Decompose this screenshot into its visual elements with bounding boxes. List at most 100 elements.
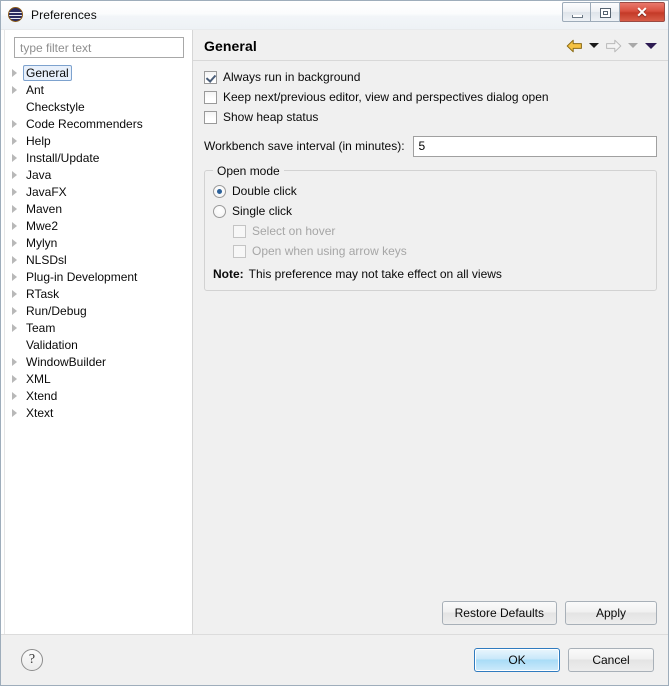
checkbox-open-with-arrow-keys [233, 244, 246, 258]
tree-item-plug-in-development[interactable]: Plug-in Development [1, 268, 192, 285]
tree-item-xtend[interactable]: Xtend [1, 387, 192, 404]
expand-triangle-icon[interactable] [12, 255, 17, 264]
forward-history-chevron-down-icon [628, 43, 638, 48]
tree-item-rtask[interactable]: RTask [1, 285, 192, 302]
back-history-chevron-down-icon[interactable] [589, 43, 599, 48]
checkbox-row-always-run-in-background[interactable]: Always run in background [204, 67, 668, 87]
expand-triangle-icon[interactable] [12, 357, 17, 366]
tree-item-code-recommenders[interactable]: Code Recommenders [1, 115, 192, 132]
help-icon[interactable]: ? [21, 649, 43, 671]
tree-item-label: NLSDsl [26, 252, 67, 267]
tree-item-windowbuilder[interactable]: WindowBuilder [1, 353, 192, 370]
tree-item-label: Mwe2 [26, 218, 59, 233]
note-text: This preference may not take effect on a… [248, 267, 502, 281]
tree-item-xtext[interactable]: Xtext [1, 404, 192, 421]
open-mode-note: Note: This preference may not take effec… [213, 265, 656, 283]
checkbox-row-show-heap-status[interactable]: Show heap status [204, 107, 668, 127]
tree-item-help[interactable]: Help [1, 132, 192, 149]
checkbox-label: Always run in background [223, 70, 361, 84]
tree-item-xml[interactable]: XML [1, 370, 192, 387]
tree-item-team[interactable]: Team [1, 319, 192, 336]
preference-tree-pane: type filter text General Ant Checkstyle Cod… [1, 30, 193, 634]
footer-buttons: OK Cancel [474, 648, 654, 672]
radio-single-click[interactable] [213, 204, 226, 218]
page-content: Always run in background Keep next/previ… [193, 61, 668, 634]
radio-row-single-click[interactable]: Single click [213, 201, 656, 221]
expand-triangle-icon[interactable] [12, 187, 17, 196]
expand-triangle-icon[interactable] [12, 374, 17, 383]
tree-item-mylyn[interactable]: Mylyn [1, 234, 192, 251]
preference-page-pane: General Always run in background Keep ne… [193, 30, 668, 634]
tree-item-validation[interactable]: Validation [1, 336, 192, 353]
checkbox-show-heap-status[interactable] [204, 110, 217, 124]
page-menu-chevron-down-icon[interactable] [645, 42, 657, 49]
expand-triangle-icon[interactable] [12, 136, 17, 145]
tree-item-ant[interactable]: Ant [1, 81, 192, 98]
expand-triangle-icon[interactable] [12, 170, 17, 179]
checkbox-row-open-with-arrow-keys: Open when using arrow keys [233, 241, 656, 261]
tree-item-label: Validation [26, 337, 78, 352]
tree-item-label: Code Recommenders [26, 116, 143, 131]
expand-triangle-icon[interactable] [12, 119, 17, 128]
open-mode-group-title: Open mode [213, 164, 284, 178]
restore-defaults-button[interactable]: Restore Defaults [441, 601, 557, 625]
tree-item-install-update[interactable]: Install/Update [1, 149, 192, 166]
back-arrow-icon[interactable] [566, 39, 583, 53]
tree-item-nlsdsl[interactable]: NLSDsl [1, 251, 192, 268]
expand-triangle-icon[interactable] [12, 238, 17, 247]
tree-item-label: Xtend [26, 388, 58, 403]
tree-item-label: Team [26, 320, 56, 335]
expand-triangle-icon[interactable] [12, 85, 17, 94]
expand-triangle-icon[interactable] [12, 68, 17, 77]
ok-button[interactable]: OK [474, 648, 560, 672]
checkbox-label: Select on hover [252, 224, 336, 238]
open-mode-group: Open mode Double click Single click Sele… [204, 164, 657, 291]
expand-triangle-icon[interactable] [12, 391, 17, 400]
radio-label: Single click [232, 204, 293, 218]
save-interval-row: Workbench save interval (in minutes): 5 [204, 135, 657, 157]
preferences-dialog: Preferences ✕ type filter text General An… [0, 0, 669, 686]
checkbox-always-run-in-background[interactable] [204, 70, 217, 84]
checkbox-row-keep-dialog-open[interactable]: Keep next/previous editor, view and pers… [204, 87, 668, 107]
tree-item-maven[interactable]: Maven [1, 200, 192, 217]
expand-triangle-icon[interactable] [12, 306, 17, 315]
tree-item-label: JavaFX [26, 184, 67, 199]
page-header: General [193, 30, 668, 61]
tree-item-label: Run/Debug [26, 303, 87, 318]
expand-triangle-icon[interactable] [12, 289, 17, 298]
tree-item-general[interactable]: General [1, 64, 192, 81]
expand-triangle-icon[interactable] [12, 323, 17, 332]
restore-button[interactable] [591, 2, 620, 22]
checkbox-label: Open when using arrow keys [252, 244, 407, 258]
tree-item-label: Install/Update [26, 150, 100, 165]
tree-item-label: Mylyn [26, 235, 58, 250]
checkbox-keep-dialog-open[interactable] [204, 90, 217, 104]
page-nav [566, 39, 658, 53]
minimize-icon [572, 15, 583, 18]
expand-triangle-icon[interactable] [12, 153, 17, 162]
minimize-button[interactable] [562, 2, 591, 22]
tree-item-run-debug[interactable]: Run/Debug [1, 302, 192, 319]
checkbox-label: Keep next/previous editor, view and pers… [223, 90, 549, 104]
radio-row-double-click[interactable]: Double click [213, 181, 656, 201]
expand-triangle-icon[interactable] [12, 272, 17, 281]
tree-item-checkstyle[interactable]: Checkstyle [1, 98, 192, 115]
save-interval-input[interactable]: 5 [412, 135, 657, 157]
dialog-footer: ? OK Cancel [1, 634, 668, 685]
tree-item-label: Plug-in Development [26, 269, 138, 284]
close-button[interactable]: ✕ [620, 2, 665, 22]
apply-button[interactable]: Apply [565, 601, 657, 625]
preference-tree[interactable]: General Ant Checkstyle Code Recommenders Hel… [1, 64, 192, 634]
filter-input[interactable]: type filter text [14, 37, 184, 58]
note-prefix: Note: [213, 267, 244, 281]
expand-triangle-icon[interactable] [12, 221, 17, 230]
cancel-button[interactable]: Cancel [568, 648, 654, 672]
expand-triangle-icon[interactable] [12, 204, 17, 213]
checkbox-row-select-on-hover: Select on hover [233, 221, 656, 241]
tree-item-javafx[interactable]: JavaFX [1, 183, 192, 200]
expand-triangle-icon[interactable] [12, 408, 17, 417]
tree-item-java[interactable]: Java [1, 166, 192, 183]
radio-double-click[interactable] [213, 184, 226, 198]
page-action-buttons: Restore Defaults Apply [441, 601, 657, 625]
tree-item-mwe2[interactable]: Mwe2 [1, 217, 192, 234]
